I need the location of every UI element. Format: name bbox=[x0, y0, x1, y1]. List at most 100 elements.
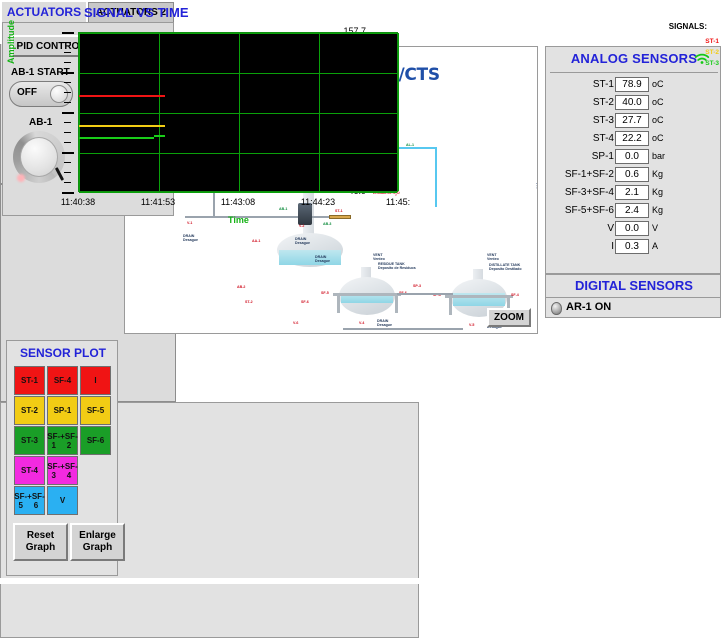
digital-sensors-panel: DIGITAL SENSORS AR-1 ON bbox=[545, 274, 721, 318]
chart-x-axis-label: Time bbox=[228, 215, 249, 225]
chart-gridline-horizontal bbox=[79, 192, 397, 193]
sensor-plot-button-grid: ST-1SF-4I ST-2SP-1SF-5 ST-3SF-1+SF-2SF-6 ST… bbox=[14, 366, 114, 518]
sensor-value-field[interactable]: 40.0 bbox=[615, 95, 649, 110]
sensor-unit: bar bbox=[652, 151, 665, 161]
chart-gridline-vertical bbox=[239, 33, 240, 191]
residue-leg-r bbox=[395, 295, 398, 313]
label-drain-boiler: DRAINDesague bbox=[315, 255, 330, 263]
cross-pipe bbox=[397, 293, 453, 295]
ab-1-dial-label: AB-1 bbox=[29, 117, 52, 128]
led-indicator-icon bbox=[551, 302, 562, 315]
sensor-plot-button-sf-6[interactable]: SF-6 bbox=[80, 426, 111, 455]
sensor-plot-button-st-3[interactable]: ST-3 bbox=[14, 426, 45, 455]
sensor-name: SF-1+SF-2 bbox=[565, 169, 614, 180]
sensor-plot-button-st-4[interactable]: ST-4 bbox=[14, 456, 45, 485]
sensor-value-field[interactable]: 22.2 bbox=[615, 131, 649, 146]
analog-sensor-row-st-2: ST-240.0oC bbox=[546, 95, 722, 111]
label-st-1: ST-1 bbox=[335, 209, 343, 213]
sensor-unit: oC bbox=[652, 133, 664, 143]
label-sf-6b: SF-6 bbox=[301, 300, 309, 304]
label-drain-1: DRAINDesague bbox=[183, 234, 198, 242]
chart-title: SIGNAL VS TIME bbox=[84, 5, 189, 20]
sensor-plot-button-sf-5--sf-6[interactable]: SF-5+SF-6 bbox=[14, 486, 45, 515]
ab-1-start-toggle[interactable]: OFF bbox=[9, 81, 73, 107]
analog-sensor-row-sp-1: SP-10.0bar bbox=[546, 149, 722, 165]
bottom-drain-pipe bbox=[343, 328, 463, 330]
label-ab-2: AB-2 bbox=[237, 285, 245, 289]
chart-y-minor-tick bbox=[64, 62, 71, 63]
chart-y-minor-tick bbox=[64, 142, 71, 143]
label-sf-5: SF-5 bbox=[321, 291, 329, 295]
sensor-plot-button-st-1[interactable]: ST-1 bbox=[14, 366, 45, 395]
digital-sensor-row: AR-1 ON bbox=[546, 297, 720, 317]
sensor-name: ST-1 bbox=[593, 79, 614, 90]
label-v-2: V-2 bbox=[299, 224, 304, 228]
chart-legend-item-st-1[interactable]: ST-1 bbox=[705, 38, 719, 45]
sensor-value-field[interactable]: 0.0 bbox=[615, 221, 649, 236]
sensor-value-field[interactable]: 78.9 bbox=[615, 77, 649, 92]
chart-gridline-vertical bbox=[398, 33, 399, 191]
chart-y-minor-tick bbox=[64, 42, 71, 43]
chart-y-tick-mark bbox=[62, 72, 74, 74]
sensor-name: ST-2 bbox=[593, 97, 614, 108]
chart-y-minor-tick bbox=[64, 82, 71, 83]
coolant-line-right bbox=[435, 147, 437, 207]
chart-trace-st-3 bbox=[79, 137, 143, 139]
sensor-unit: V bbox=[652, 223, 658, 233]
label-ab-1: AB-1 bbox=[279, 207, 287, 211]
ab-1-start-knob[interactable] bbox=[50, 85, 68, 103]
sensor-plot-button-st-2[interactable]: ST-2 bbox=[14, 396, 45, 425]
chart-plot-area[interactable] bbox=[78, 32, 398, 192]
ab-1-start-state: OFF bbox=[17, 87, 37, 98]
zoom-button[interactable]: ZOOM bbox=[487, 308, 531, 327]
chart-x-tick-label: 11:45: bbox=[372, 197, 424, 207]
chart-y-axis-label: Amplitude bbox=[6, 20, 16, 64]
sensor-value-field[interactable]: 0.0 bbox=[615, 149, 649, 164]
chart-gridline-horizontal bbox=[79, 113, 397, 114]
sensor-plot-button-sf-5[interactable]: SF-5 bbox=[80, 396, 111, 425]
sensor-name: SP-1 bbox=[592, 151, 614, 162]
chart-y-minor-tick bbox=[64, 132, 71, 133]
chart-legend-item-st-2[interactable]: ST-2 bbox=[705, 49, 719, 56]
ab-1-dial[interactable] bbox=[13, 131, 65, 183]
sensor-plot-button-sf-4[interactable]: SF-4 bbox=[47, 366, 78, 395]
chart-y-minor-tick bbox=[64, 122, 71, 123]
chart-legend-title: SIGNALS: bbox=[669, 22, 707, 31]
enlarge-graph-button[interactable]: Enlarge Graph bbox=[70, 523, 125, 561]
ab-1-start-label: AB-1 START bbox=[11, 67, 70, 78]
reset-graph-button[interactable]: Reset Graph bbox=[13, 523, 68, 561]
chart-x-tick-label: 11:43:08 bbox=[212, 197, 264, 207]
residue-leg-l bbox=[337, 295, 340, 313]
chart-gridline-vertical bbox=[79, 33, 80, 191]
sensor-unit: oC bbox=[652, 79, 664, 89]
label-sf-4: SF-4 bbox=[511, 293, 519, 297]
sensor-value-field[interactable]: 2.4 bbox=[615, 203, 649, 218]
residue-tank-support bbox=[333, 293, 401, 296]
sensor-name: SF-3+SF-4 bbox=[565, 187, 614, 198]
label-aa-1-boiler: AA-1 bbox=[252, 239, 260, 243]
sensor-plot-button-sf-1--sf-2[interactable]: SF-1+SF-2 bbox=[47, 426, 78, 455]
chart-trace-st-2 bbox=[159, 125, 165, 127]
label-v-6: V-6 bbox=[293, 321, 298, 325]
reset-graph-line1: Reset bbox=[27, 530, 54, 542]
sensor-plot-button-i[interactable]: I bbox=[80, 366, 111, 395]
analog-sensor-row-v: V0.0V bbox=[546, 221, 722, 237]
sensor-value-field[interactable]: 2.1 bbox=[615, 185, 649, 200]
chart-legend-item-st-3[interactable]: ST-3 bbox=[705, 60, 719, 67]
sensor-name: SF-5+SF-6 bbox=[565, 205, 614, 216]
sensor-plot-button-v[interactable]: V bbox=[47, 486, 78, 515]
sensor-value-field[interactable]: 0.6 bbox=[615, 167, 649, 182]
sensor-plot-button-sf-3--sf-4[interactable]: SF-3+SF-4 bbox=[47, 456, 78, 485]
reset-graph-line2: Graph bbox=[26, 542, 55, 554]
enlarge-graph-line2: Graph bbox=[83, 542, 112, 554]
bottom-whitespace bbox=[0, 578, 723, 584]
sensor-value-field[interactable]: 0.3 bbox=[615, 239, 649, 254]
label-ab-3: AB-3 bbox=[323, 222, 331, 226]
digital-sensors-title: DIGITAL SENSORS bbox=[546, 278, 722, 293]
tab-actuators[interactable]: ACTUATORS bbox=[2, 2, 86, 22]
sensor-plot-button-sp-1[interactable]: SP-1 bbox=[47, 396, 78, 425]
sensor-unit: Kg bbox=[652, 205, 663, 215]
analog-sensor-row-sf-3-sf-4: SF-3+SF-42.1Kg bbox=[546, 185, 722, 201]
chart-trace-st-1 bbox=[159, 95, 165, 97]
sensor-value-field[interactable]: 27.7 bbox=[615, 113, 649, 128]
